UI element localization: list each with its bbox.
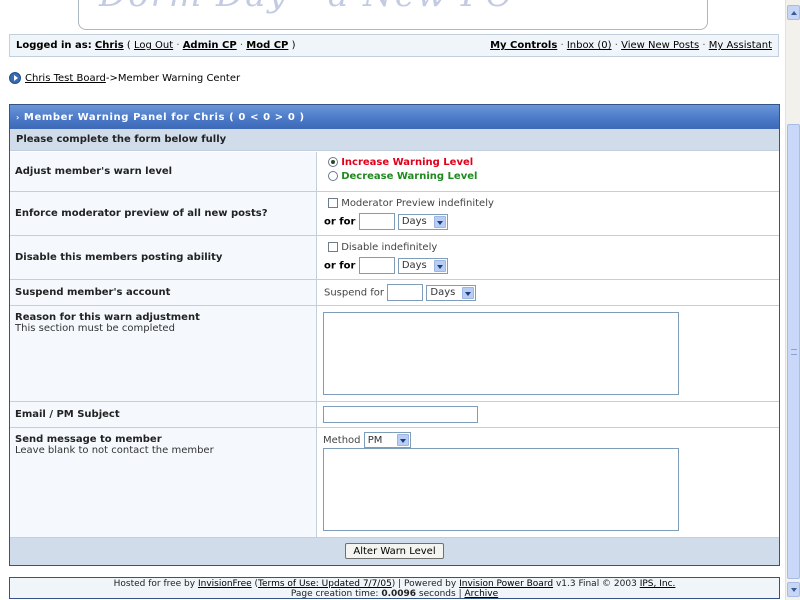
panel-header: › Member Warning Panel for Chris ( 0 < 0… <box>10 105 779 129</box>
mod-preview-or-for: or for <box>324 216 356 228</box>
decrease-option[interactable]: Decrease Warning Level <box>328 171 477 182</box>
reason-desc: This section must be completed <box>15 323 175 334</box>
suspend-duration: Suspend for Days <box>324 284 477 301</box>
decrease-label: Decrease Warning Level <box>341 171 478 182</box>
panel-title: Member Warning Panel for Chris ( 0 < 0 >… <box>23 111 305 123</box>
terms-link[interactable]: Terms of Use: Updated 7/7/05 <box>258 579 392 589</box>
view-new-posts-link[interactable]: View New Posts <box>621 40 699 51</box>
nav-arrow-icon <box>9 72 21 84</box>
mod-cp-link[interactable]: Mod CP <box>246 40 288 51</box>
warning-panel: › Member Warning Panel for Chris ( 0 < 0… <box>9 104 780 566</box>
alter-warn-level-button[interactable]: Alter Warn Level <box>345 543 444 559</box>
scrollbar-grip-icon <box>791 349 797 355</box>
scroll-up-button[interactable] <box>787 5 800 20</box>
user-bar-left: Logged in as: Chris ( Log Out · Admin CP… <box>16 40 296 51</box>
method-select[interactable]: PM <box>363 432 411 448</box>
ipb-link[interactable]: Invision Power Board <box>459 579 553 589</box>
logo-banner: Dorm Day - a New PC <box>78 0 708 30</box>
logged-in-label: Logged in as: <box>16 40 92 51</box>
dropdown-arrow-icon <box>433 259 446 272</box>
suspend-unit-select[interactable]: Days <box>426 284 477 301</box>
mod-preview-checkbox-label: Moderator Preview indefinitely <box>341 198 494 209</box>
message-desc: Leave blank to not contact the member <box>15 445 214 456</box>
admin-cp-link[interactable]: Admin CP <box>183 40 237 51</box>
subject-label: Email / PM Subject <box>10 402 317 427</box>
dropdown-arrow-icon <box>462 286 475 299</box>
breadcrumb-board-link[interactable]: Chris Test Board <box>25 73 106 84</box>
panel-subtitle: Please complete the form below fully <box>10 129 779 151</box>
posting-checkbox-label: Disable indefinitely <box>341 242 438 253</box>
posting-unit-select[interactable]: Days <box>397 257 448 274</box>
decrease-radio[interactable] <box>328 171 338 181</box>
dropdown-arrow-icon <box>396 434 409 446</box>
subject-row: Email / PM Subject <box>10 402 779 428</box>
archive-link[interactable]: Archive <box>464 589 498 599</box>
message-label-cell: Send message to member Leave blank to no… <box>10 428 317 538</box>
dropdown-arrow-icon <box>433 215 446 228</box>
reason-textarea[interactable] <box>323 312 679 395</box>
reason-row: Reason for this warn adjustment This sec… <box>10 306 779 402</box>
breadcrumb: Chris Test Board ->Member Warning Center <box>9 72 240 84</box>
mod-preview-label: Enforce moderator preview of all new pos… <box>10 192 317 235</box>
logo-text: Dorm Day - a New PC <box>99 0 514 15</box>
suspend-label: Suspend member's account <box>10 280 317 305</box>
suspend-row: Suspend member's account Suspend for Day… <box>10 280 779 306</box>
method-label: Method <box>323 435 361 446</box>
user-bar-right: My Controls · Inbox (0) · View New Posts… <box>490 40 772 51</box>
mod-preview-unit-select[interactable]: Days <box>397 213 448 230</box>
vertical-scrollbar[interactable] <box>785 0 800 600</box>
user-profile-link[interactable]: Chris <box>95 40 124 51</box>
mod-preview-checkbox[interactable] <box>328 198 338 208</box>
posting-or-for: or for <box>324 260 356 272</box>
method-selector: Method PM <box>323 432 411 448</box>
mod-preview-row: Enforce moderator preview of all new pos… <box>10 192 779 236</box>
increase-option[interactable]: Increase Warning Level <box>328 157 473 168</box>
message-row: Send message to member Leave blank to no… <box>10 428 779 538</box>
subject-input[interactable] <box>323 406 478 423</box>
user-bar: Logged in as: Chris ( Log Out · Admin CP… <box>9 34 779 57</box>
posting-duration: or for Days <box>324 257 448 274</box>
inbox-link[interactable]: Inbox (0) <box>567 40 612 51</box>
logout-link[interactable]: Log Out <box>134 40 173 51</box>
mod-preview-duration: or for Days <box>324 213 448 230</box>
message-textarea[interactable] <box>323 448 679 531</box>
invisionfree-link[interactable]: InvisionFree <box>198 579 252 589</box>
header-arrow-icon: › <box>16 112 20 122</box>
suspend-prefix: Suspend for <box>324 287 385 299</box>
mod-preview-days-input[interactable] <box>358 213 395 230</box>
increase-label: Increase Warning Level <box>341 157 474 168</box>
posting-days-input[interactable] <box>358 257 395 274</box>
reason-label-cell: Reason for this warn adjustment This sec… <box>10 306 317 401</box>
my-controls-link[interactable]: My Controls <box>490 40 557 51</box>
breadcrumb-current: ->Member Warning Center <box>105 72 241 84</box>
my-assistant-link[interactable]: My Assistant <box>709 40 772 51</box>
posting-label: Disable this members posting ability <box>10 236 317 279</box>
panel-footer: Alter Warn Level <box>10 537 779 565</box>
posting-checkbox[interactable] <box>328 242 338 252</box>
mod-preview-checkbox-option[interactable]: Moderator Preview indefinitely <box>328 198 494 209</box>
suspend-days-input[interactable] <box>387 284 424 301</box>
warn-level-label: Adjust member's warn level <box>10 152 317 191</box>
ips-link[interactable]: IPS, Inc. <box>640 579 676 589</box>
header-logo-area: Dorm Day - a New PC <box>0 0 786 30</box>
posting-row: Disable this members posting ability Dis… <box>10 236 779 280</box>
warn-level-row: Adjust member's warn level Increase Warn… <box>10 152 779 192</box>
copyright-line-1: Hosted for free by InvisionFree (Terms o… <box>113 579 676 589</box>
reason-label: Reason for this warn adjustment <box>15 312 200 323</box>
increase-radio[interactable] <box>328 157 338 167</box>
copyright-footer: Hosted for free by InvisionFree (Terms o… <box>9 577 780 599</box>
copyright-line-2: Page creation time: 0.0096 seconds | Arc… <box>290 589 499 599</box>
page-creation-time: 0.0096 <box>381 589 417 599</box>
message-label: Send message to member <box>15 434 162 445</box>
posting-checkbox-option[interactable]: Disable indefinitely <box>328 242 437 253</box>
scrollbar-thumb[interactable] <box>787 124 800 579</box>
scroll-down-button[interactable] <box>787 582 800 597</box>
